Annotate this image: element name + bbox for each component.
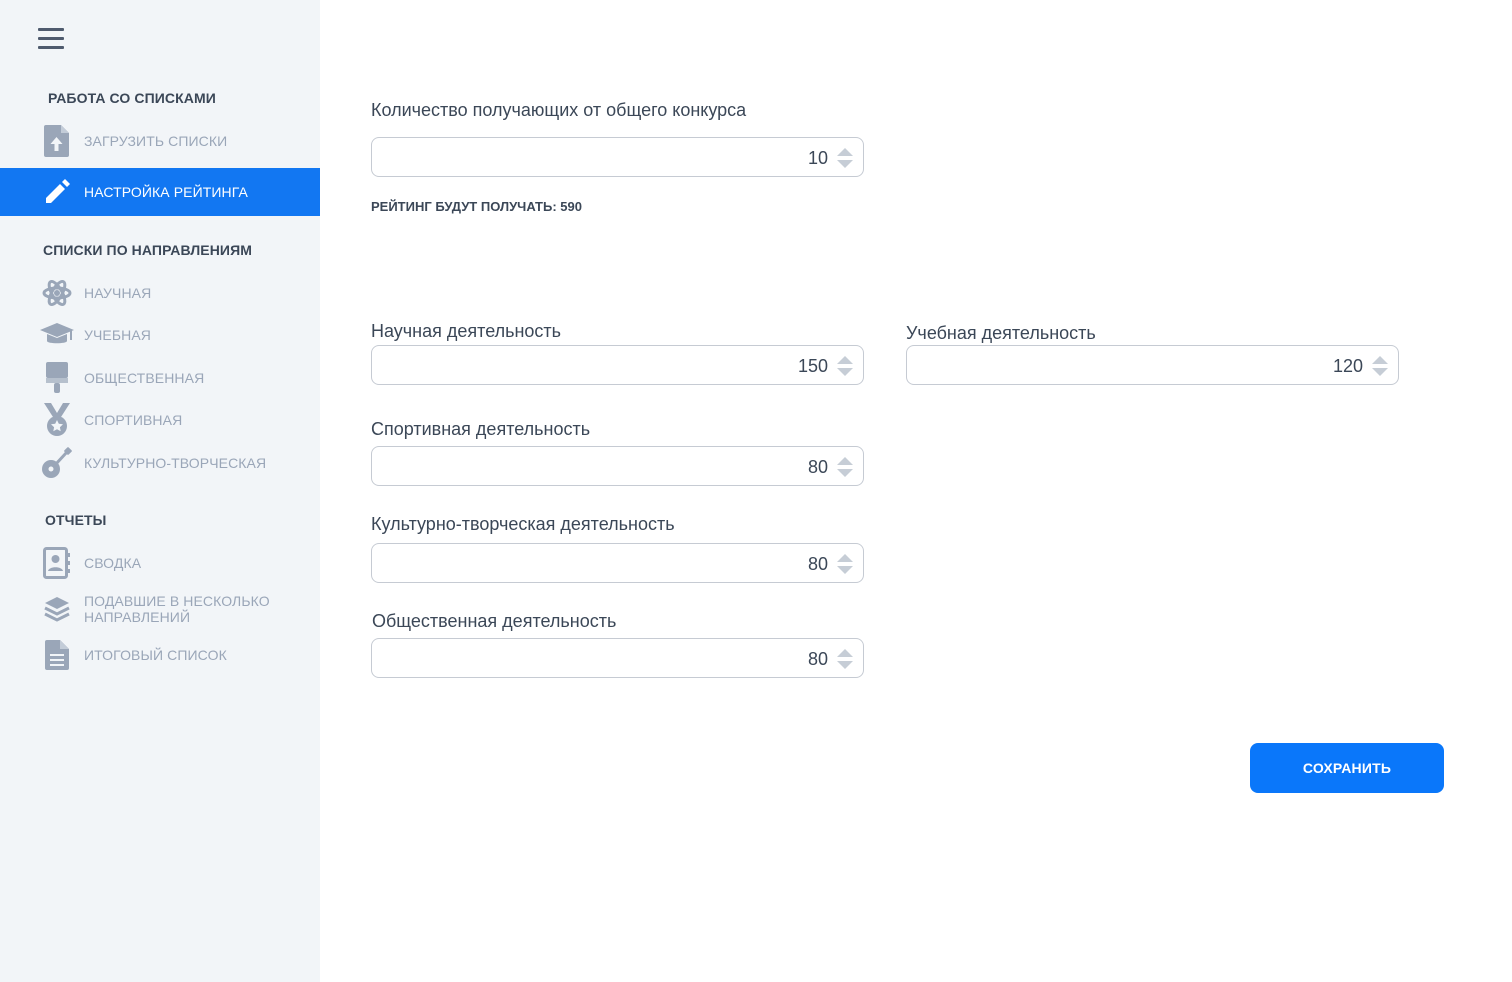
file-upload-icon (40, 124, 74, 158)
sidebar: РАБОТА СО СПИСКАМИ ЗАГРУЗИТЬ СПИСКИ НАСТ… (0, 0, 320, 982)
sidebar-item-label: КУЛЬТУРНО-ТВОРЧЕСКАЯ (84, 455, 267, 471)
document-icon (40, 638, 74, 672)
sidebar-item-upload-lists[interactable]: ЗАГРУЗИТЬ СПИСКИ (0, 120, 320, 162)
save-button[interactable]: СОХРАНИТЬ (1250, 743, 1444, 793)
layers-icon (40, 592, 74, 626)
spinner-arrows-icon[interactable] (836, 455, 854, 479)
sport-input[interactable]: 80 (371, 446, 864, 486)
spinner-arrows-icon[interactable] (836, 354, 854, 378)
sidebar-item-culture[interactable]: КУЛЬТУРНО-ТВОРЧЕСКАЯ (0, 442, 320, 484)
medal-icon (40, 403, 74, 437)
sidebar-item-label: НАУЧНАЯ (84, 285, 152, 301)
guitar-icon (40, 446, 74, 480)
sidebar-item-label: ОБЩЕСТВЕННАЯ (84, 370, 205, 386)
sidebar-item-label: СВОДКА (84, 555, 142, 571)
social-label: Общественная деятельность (372, 611, 617, 631)
general-count-input[interactable]: 10 (371, 137, 864, 177)
spinner-arrows-icon[interactable] (1371, 354, 1389, 378)
science-input[interactable]: 150 (371, 345, 864, 385)
paint-brush-icon (40, 361, 74, 395)
input-value: 80 (807, 554, 828, 574)
sidebar-item-final-list[interactable]: ИТОГОВЫЙ СПИСОК (0, 634, 320, 676)
sidebar-item-rating-settings[interactable]: НАСТРОЙКА РЕЙТИНГА (0, 168, 320, 216)
sidebar-item-multiple-directions[interactable]: ПОДАВШИЕ В НЕСКОЛЬКО НАПРАВЛЕНИЙ (0, 588, 320, 630)
spinner-arrows-icon[interactable] (836, 647, 854, 671)
section-title-reports: ОТЧЕТЫ (45, 512, 107, 528)
sidebar-item-study[interactable]: УЧЕБНАЯ (0, 314, 320, 356)
graduation-cap-icon (40, 318, 74, 352)
sidebar-item-social[interactable]: ОБЩЕСТВЕННАЯ (0, 357, 320, 399)
section-title-directions: СПИСКИ ПО НАПРАВЛЕНИЯМ (43, 242, 253, 258)
sidebar-item-science[interactable]: НАУЧНАЯ (0, 272, 320, 314)
atom-icon (40, 276, 74, 310)
rating-summary: РЕЙТИНГ БУДУТ ПОЛУЧАТЬ: 590 (371, 199, 582, 214)
study-input[interactable]: 120 (906, 345, 1399, 385)
section-title-lists: РАБОТА СО СПИСКАМИ (48, 90, 216, 106)
menu-icon[interactable] (38, 28, 64, 50)
sport-label: Спортивная деятельность (371, 419, 591, 439)
sidebar-item-label: ЗАГРУЗИТЬ СПИСКИ (84, 133, 228, 149)
study-label: Учебная деятельность (906, 323, 1096, 343)
sidebar-item-label: НАСТРОЙКА РЕЙТИНГА (84, 184, 248, 200)
sidebar-item-label: УЧЕБНАЯ (84, 327, 152, 343)
sidebar-item-label: ИТОГОВЫЙ СПИСОК (84, 647, 227, 663)
sidebar-item-summary[interactable]: СВОДКА (0, 542, 320, 584)
rating-settings-panel: Количество получающих от общего конкурса… (320, 0, 1512, 982)
input-value: 80 (807, 457, 828, 477)
input-value: 120 (1332, 356, 1363, 376)
sidebar-item-label: СПОРТИВНАЯ (84, 412, 183, 428)
spinner-arrows-icon[interactable] (836, 552, 854, 576)
spinner-arrows-icon[interactable] (836, 146, 854, 170)
general-count-label: Количество получающих от общего конкурса (371, 100, 747, 120)
contact-book-icon (40, 546, 74, 580)
sidebar-item-label: ПОДАВШИЕ В НЕСКОЛЬКО НАПРАВЛЕНИЙ (84, 593, 270, 625)
input-value: 10 (807, 148, 828, 168)
culture-label: Культурно-творческая деятельность (371, 514, 675, 534)
social-input[interactable]: 80 (371, 638, 864, 678)
sidebar-item-sport[interactable]: СПОРТИВНАЯ (0, 399, 320, 441)
culture-input[interactable]: 80 (371, 543, 864, 583)
pencil-icon (40, 175, 74, 209)
input-value: 150 (797, 356, 828, 376)
science-label: Научная деятельность (371, 321, 562, 341)
input-value: 80 (807, 649, 828, 669)
